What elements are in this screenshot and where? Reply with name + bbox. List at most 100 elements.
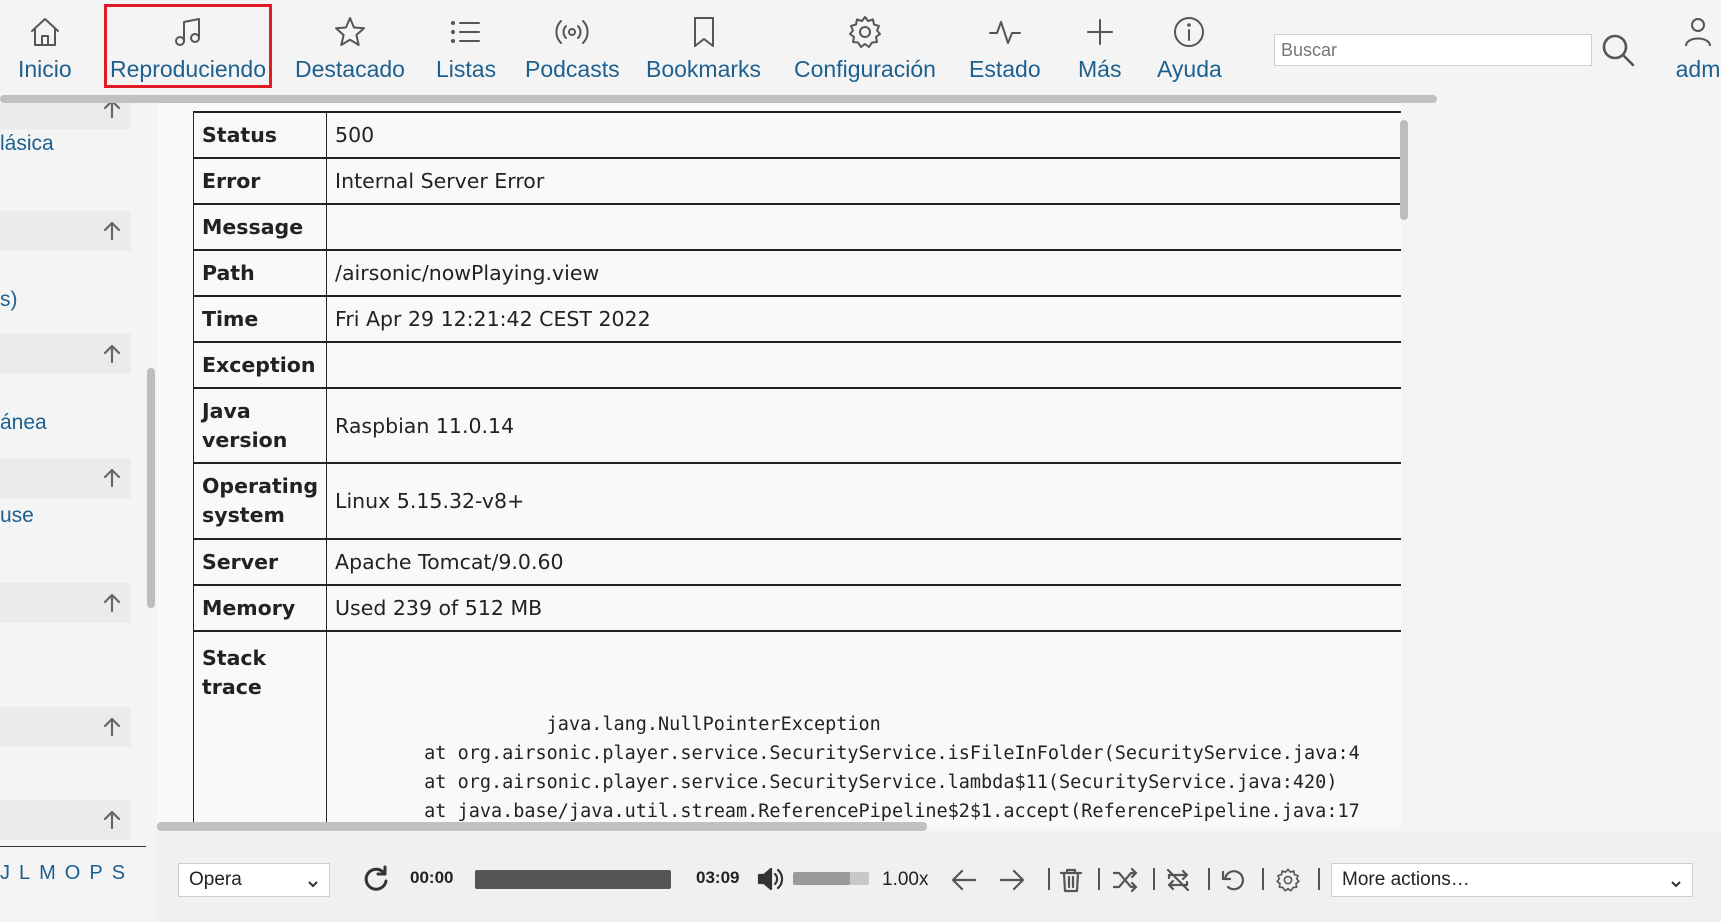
sidebar-link[interactable]: use <box>0 504 34 528</box>
stack-line: at org.airsonic.player.service.SecurityS… <box>335 772 1338 793</box>
arrow-up-icon <box>103 717 121 737</box>
nav-estado[interactable]: Estado <box>969 12 1041 84</box>
table-row: Path /airsonic/nowPlaying.view <box>192 249 1401 297</box>
time-total: 03:09 <box>696 868 740 887</box>
nav-label: adm <box>1675 56 1721 82</box>
progress-bar[interactable] <box>475 870 671 889</box>
bookmark-icon <box>693 17 714 47</box>
alphabet-letter[interactable]: P <box>89 862 103 884</box>
nav-user[interactable]: adm <box>1658 12 1721 84</box>
nav-label: Ayuda <box>1157 56 1222 82</box>
row-label: Exception <box>192 341 327 389</box>
sidebar-section-header[interactable] <box>0 334 131 374</box>
repeat-button[interactable] <box>1165 867 1191 898</box>
nav-bookmarks[interactable]: Bookmarks <box>646 12 761 84</box>
sidebar-section-header[interactable] <box>0 211 131 251</box>
row-label: Error <box>192 157 327 205</box>
next-button[interactable] <box>998 866 1026 899</box>
row-label: Stack trace <box>192 630 327 828</box>
clear-button[interactable] <box>1058 867 1084 898</box>
arrow-up-icon <box>103 344 121 364</box>
row-label: Server <box>192 538 327 586</box>
arrow-up-icon <box>103 593 121 613</box>
sidebar-link[interactable]: s) <box>0 288 18 312</box>
undo-button[interactable] <box>1220 867 1246 898</box>
row-label: Message <box>192 203 327 251</box>
alphabet-index: JLMOPS <box>0 862 134 885</box>
row-label: Path <box>192 249 327 297</box>
nav-label: Más <box>1078 56 1122 82</box>
previous-button[interactable] <box>950 866 978 899</box>
divider <box>1153 868 1155 890</box>
sidebar-section-header[interactable] <box>0 707 131 747</box>
volume-slider[interactable] <box>793 872 869 885</box>
player-settings-button[interactable] <box>1275 867 1301 898</box>
sidebar-section-header[interactable] <box>0 458 131 498</box>
sidebar-link[interactable]: lásica <box>0 132 54 156</box>
row-label: Time <box>192 295 327 343</box>
table-row: Memory Used 239 of 512 MB <box>192 584 1401 632</box>
table-row: Java version Raspbian 11.0.14 <box>192 387 1401 464</box>
alphabet-letter[interactable]: S <box>112 862 126 884</box>
alphabet-letter[interactable]: M <box>39 862 57 884</box>
table-row: Operating system Linux 5.15.32-v8+ <box>192 462 1401 540</box>
nav-mas[interactable]: Más <box>1078 12 1121 84</box>
sidebar-section-header[interactable] <box>0 103 131 129</box>
podcast-icon <box>555 20 589 44</box>
nav-reproduciendo[interactable]: Reproduciendo <box>104 4 273 88</box>
volume-icon <box>757 867 784 891</box>
arrow-up-icon <box>103 103 121 119</box>
replay-button[interactable] <box>362 865 390 898</box>
row-label: Memory <box>192 584 327 632</box>
mute-button[interactable] <box>755 864 785 899</box>
table-row: Time Fri Apr 29 12:21:42 CEST 2022 <box>192 295 1401 343</box>
alphabet-letter[interactable]: L <box>19 862 31 884</box>
content-horizontal-scrollbar[interactable] <box>157 822 927 831</box>
nav-inicio[interactable]: Inicio <box>18 12 72 84</box>
airsonic-app: Inicio Reproduciendo Destacado Listas Po… <box>0 0 1721 922</box>
search-button[interactable] <box>1600 32 1636 68</box>
stack-trace-cell: java.lang.NullPointerException at org.ai… <box>326 630 1401 828</box>
content-vertical-scrollbar[interactable] <box>1400 120 1408 220</box>
gear-icon <box>848 16 881 48</box>
nav-configuracion[interactable]: Configuración <box>794 12 936 84</box>
table-row: Server Apache Tomcat/9.0.60 <box>192 538 1401 586</box>
home-icon <box>30 18 59 46</box>
playlist-select[interactable]: Opera <box>178 863 330 897</box>
alphabet-letter[interactable]: O <box>65 862 82 884</box>
sidebar-section-header[interactable] <box>0 583 131 623</box>
row-value: Raspbian 11.0.14 <box>326 387 1401 464</box>
divider <box>1318 868 1320 890</box>
undo-icon <box>1221 870 1244 891</box>
alphabet-letter[interactable]: J <box>0 862 11 884</box>
more-actions-select[interactable]: More actions… <box>1331 863 1693 897</box>
divider <box>1048 868 1050 890</box>
shuffle-button[interactable] <box>1112 867 1138 898</box>
nav-label: Reproduciendo <box>110 56 267 82</box>
playback-speed[interactable]: 1.00x <box>882 869 928 891</box>
select-value: Opera <box>189 869 242 890</box>
repeat-off-icon <box>1166 868 1190 892</box>
row-value: Linux 5.15.32-v8+ <box>326 462 1401 540</box>
refresh-icon <box>364 865 388 891</box>
nav-ayuda[interactable]: Ayuda <box>1157 12 1222 84</box>
sidebar-section-header[interactable] <box>0 800 131 840</box>
nav-destacado[interactable]: Destacado <box>295 12 405 84</box>
search-input[interactable] <box>1274 34 1592 66</box>
sidebar-scrollbar[interactable] <box>147 368 155 608</box>
arrow-up-icon <box>103 810 121 830</box>
divider <box>1208 868 1210 890</box>
sidebar-link[interactable]: ánea <box>0 411 47 435</box>
activity-icon <box>988 21 1021 44</box>
nav-label: Podcasts <box>525 56 620 82</box>
top-navigation: Inicio Reproduciendo Destacado Listas Po… <box>0 0 1721 95</box>
gear-icon <box>1276 868 1300 892</box>
nav-listas[interactable]: Listas <box>436 12 496 84</box>
shuffle-icon <box>1112 867 1138 893</box>
nav-podcasts[interactable]: Podcasts <box>525 12 620 84</box>
list-icon <box>451 21 481 43</box>
table-row: Exception <box>192 341 1401 389</box>
search-icon <box>1602 34 1635 67</box>
select-value: More actions… <box>1342 869 1470 890</box>
top-horizontal-scrollbar[interactable] <box>0 95 1437 103</box>
